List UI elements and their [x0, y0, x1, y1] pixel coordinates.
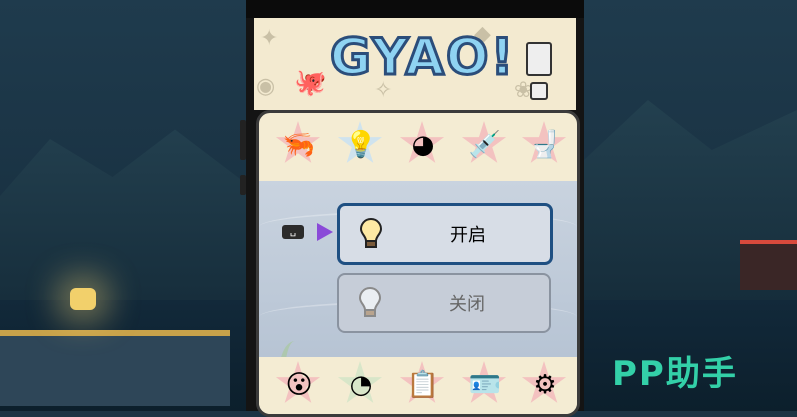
shrimp-icon[interactable]: 🦐 — [277, 123, 321, 167]
gear-icon[interactable]: ⚙ — [523, 363, 567, 407]
beach-ball-icon[interactable]: ◕ — [401, 123, 445, 167]
fish-doodle-icon: ◉ — [256, 74, 276, 99]
option-on-label: 开启 — [450, 225, 486, 246]
watermark-text: PP助手 — [612, 354, 738, 394]
lightbulb-off-icon — [358, 286, 382, 317]
option-off-label: 关闭 — [449, 294, 485, 315]
lightbulb-icon[interactable]: 💡 — [339, 123, 383, 167]
phone-notch — [246, 0, 584, 18]
option-off-button[interactable]: 关闭 — [337, 273, 551, 333]
clipboard-icon[interactable]: 📋 — [401, 363, 445, 407]
lightbulb-on-icon — [359, 217, 383, 248]
phone-side-button — [240, 120, 246, 160]
phone-side-button — [240, 175, 246, 195]
small-settings-button[interactable] — [530, 82, 548, 100]
syringe-icon[interactable]: 💉 — [463, 123, 507, 167]
space-key-icon: ␣ — [282, 225, 304, 239]
bottom-category-row: 😮 ◔ 📋 🪪 ⚙ — [259, 357, 577, 414]
game-logo: GYAO! — [328, 27, 516, 88]
selection-arrow-icon — [317, 223, 333, 241]
id-card-icon[interactable]: 🪪 — [463, 363, 507, 407]
boat-spotlight — [70, 288, 96, 310]
distant-boat — [740, 240, 797, 290]
notebook-button[interactable] — [526, 42, 552, 76]
pacman-icon[interactable]: ◔ — [339, 363, 383, 407]
doodle-icon: ✦ — [260, 26, 279, 51]
fishing-boat — [0, 330, 230, 406]
surprised-face-icon[interactable]: 😮 — [277, 363, 321, 407]
option-on-button[interactable]: 开启 — [337, 203, 553, 265]
settings-panel: 🦐 💡 ◕ 💉 🚽 ✺ ␣ 开启 关闭 😮 ◔ 📋 🪪 — [256, 110, 580, 417]
toilet-icon[interactable]: 🚽 — [523, 123, 567, 167]
octopus-icon: 🐙 — [294, 68, 327, 98]
